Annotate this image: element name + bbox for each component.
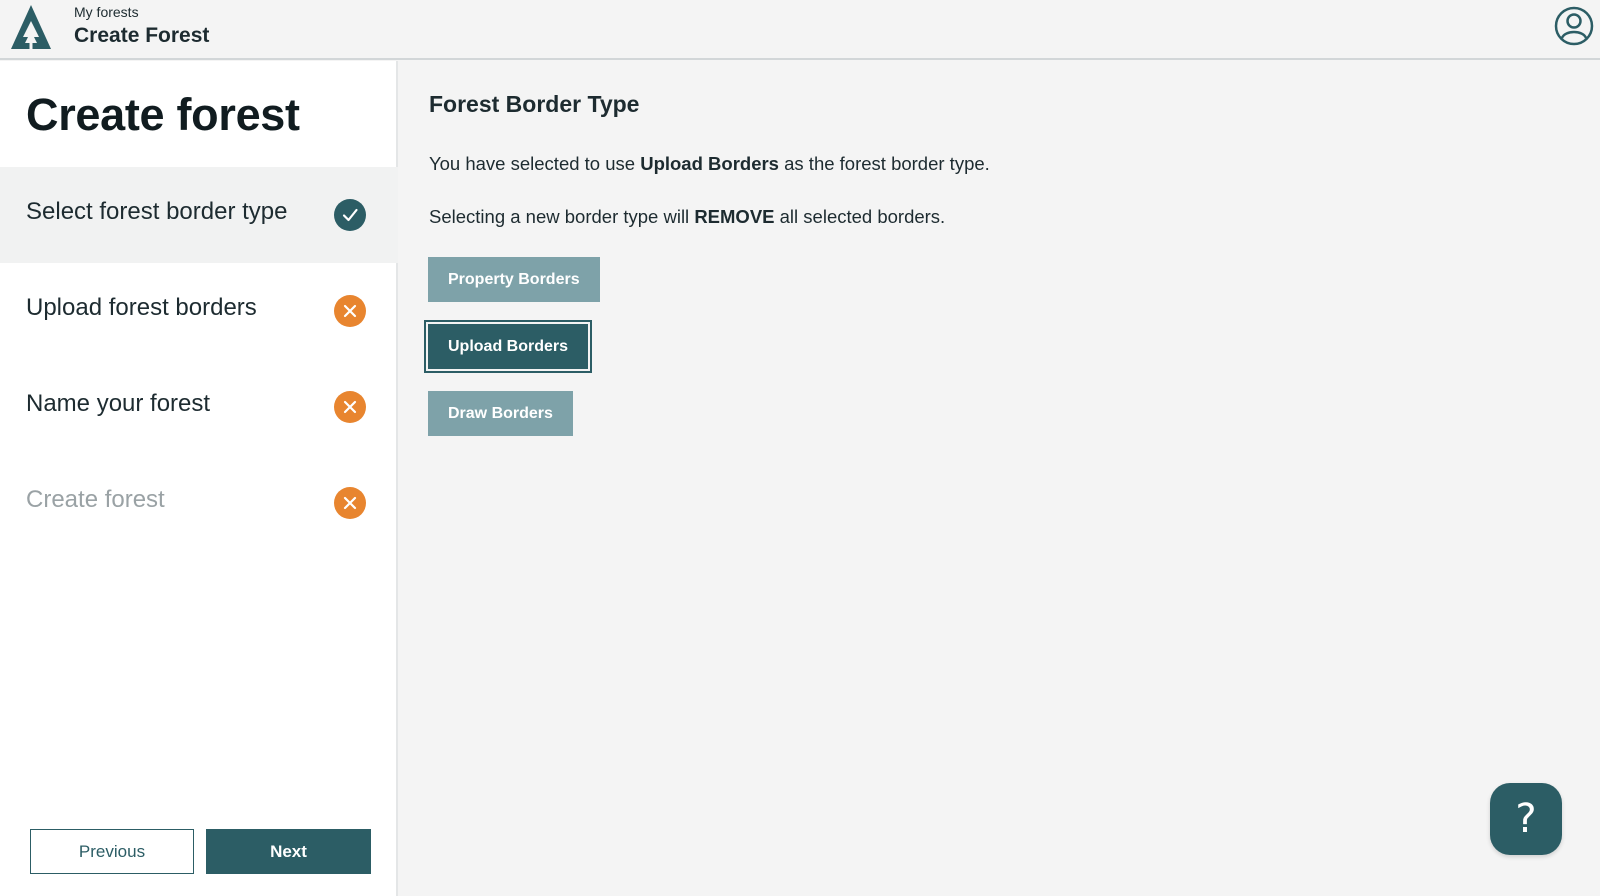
text-segment: as the forest border type. [778, 153, 990, 174]
warning-emphasis: REMOVE [694, 206, 775, 227]
section-heading: Forest Border Type [429, 91, 640, 117]
next-button[interactable]: Next [206, 829, 371, 874]
breadcrumb[interactable]: My forests [74, 4, 139, 20]
question-mark-icon: ? [1515, 796, 1537, 842]
step-label: Select forest border type [26, 198, 288, 225]
step-label: Name your forest [26, 390, 211, 417]
warning-text: Selecting a new border type will REMOVE … [429, 206, 945, 228]
selected-type-name: Upload Borders [640, 153, 779, 174]
property-borders-button[interactable]: Property Borders [428, 257, 600, 302]
check-icon [334, 199, 366, 231]
step-select-border-type[interactable]: Select forest border type [0, 167, 398, 263]
step-upload-borders[interactable]: Upload forest borders [0, 263, 398, 359]
text-segment: all selected borders. [774, 206, 946, 227]
main-content: Forest Border Type You have selected to … [400, 61, 1600, 896]
step-name-forest[interactable]: Name your forest [0, 359, 398, 455]
step-label: Create forest [26, 486, 165, 513]
help-button[interactable]: ? [1490, 783, 1562, 855]
top-header: My forests Create Forest [0, 0, 1600, 60]
step-label: Upload forest borders [26, 294, 257, 321]
user-account-icon[interactable] [1554, 6, 1594, 46]
tree-logo-icon[interactable] [8, 3, 54, 49]
upload-borders-button[interactable]: Upload Borders [423, 320, 593, 373]
selected-type-text: You have selected to use Upload Borders … [429, 153, 990, 175]
wizard-sidebar: Create forest Select forest border type … [0, 61, 398, 896]
step-create-forest: Create forest [0, 455, 398, 551]
page-title: Create Forest [74, 24, 210, 47]
close-icon [334, 487, 366, 519]
close-icon [334, 391, 366, 423]
previous-button[interactable]: Previous [30, 829, 194, 874]
draw-borders-button[interactable]: Draw Borders [428, 391, 573, 436]
close-icon [334, 295, 366, 327]
sidebar-title: Create forest [26, 89, 300, 140]
text-segment: You have selected to use [429, 153, 641, 174]
text-segment: Selecting a new border type will [429, 206, 695, 227]
